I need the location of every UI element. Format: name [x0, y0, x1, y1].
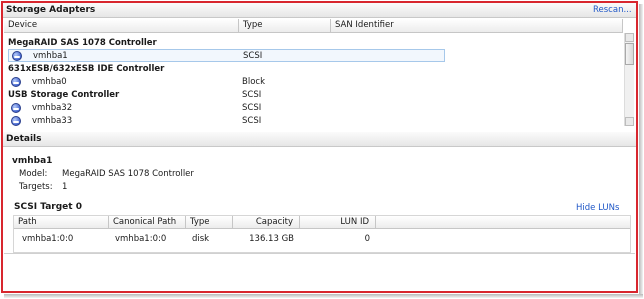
column-header-type[interactable]: Type — [239, 19, 331, 33]
hba-adapter-icon — [11, 116, 21, 126]
details-divider — [4, 253, 635, 254]
scroll-down-button[interactable] — [625, 117, 634, 126]
adapter-type: SCSI — [242, 103, 262, 113]
capacity-cell: 136.13 GB — [249, 234, 294, 244]
adapter-device: vmhba1 — [33, 51, 68, 61]
canonical-path-cell: vmhba1:0:0 — [115, 234, 167, 244]
details-title: Details — [6, 134, 42, 144]
adapters-table: Device Type SAN Identifier MegaRAID SAS … — [4, 19, 623, 126]
rescan-link[interactable]: Rescan... — [593, 4, 632, 17]
type-cell: disk — [192, 234, 210, 244]
adapter-device: vmhba33 — [32, 116, 73, 126]
window-shadow-bottom — [4, 294, 643, 298]
hide-luns-link[interactable]: Hide LUNs — [576, 202, 619, 215]
targets-label: Targets: — [19, 182, 53, 192]
column-header-path[interactable]: Path — [14, 216, 109, 229]
adapter-group-ide[interactable]: 631xESB/632xESB IDE Controller — [8, 63, 164, 76]
scroll-thumb[interactable] — [625, 43, 634, 65]
adapter-type: SCSI — [242, 116, 262, 126]
scsi-target-title: SCSI Target 0 — [14, 202, 82, 212]
column-header-device[interactable]: Device — [4, 19, 239, 33]
adapters-scrollbar[interactable] — [624, 33, 634, 126]
targets-value: 1 — [62, 182, 68, 192]
adapter-group-usb[interactable]: USB Storage Controller — [8, 89, 119, 102]
adapter-device: vmhba0 — [32, 77, 67, 87]
adapter-row-vmhba1[interactable]: vmhba1 SCSI — [8, 49, 445, 62]
column-header-canonical-path[interactable]: Canonical Path — [109, 216, 186, 229]
column-header-lun-id[interactable]: LUN ID — [300, 216, 376, 229]
column-header-capacity[interactable]: Capacity — [233, 216, 300, 229]
lun-id-cell: 0 — [364, 234, 370, 244]
adapter-type: Block SCSI — [242, 77, 265, 100]
selected-hba-name: vmhba1 — [12, 156, 53, 166]
window-shadow-right — [639, 4, 643, 295]
storage-adapters-panel: Storage Adapters Rescan... Device Type S… — [1, 1, 638, 293]
column-header-san-identifier[interactable]: SAN Identifier — [331, 19, 623, 33]
hba-adapter-icon — [11, 77, 21, 87]
model-label: Model: — [19, 169, 48, 179]
paths-table: Path Canonical Path Type Capacity LUN ID… — [13, 215, 631, 253]
hba-adapter-icon — [11, 103, 21, 113]
storage-adapters-title: Storage Adapters — [6, 5, 96, 15]
hba-adapter-icon — [12, 51, 22, 61]
details-header: Details — [3, 132, 636, 147]
adapter-device: vmhba32 — [32, 103, 73, 113]
adapter-type: SCSI — [243, 51, 263, 61]
scroll-up-button[interactable] — [625, 33, 634, 42]
model-value: MegaRAID SAS 1078 Controller — [62, 169, 194, 179]
column-header-filler — [376, 216, 630, 229]
storage-adapters-header: Storage Adapters Rescan... — [3, 3, 636, 18]
column-header-type[interactable]: Type — [186, 216, 233, 229]
path-cell: vmhba1:0:0 — [22, 234, 74, 244]
